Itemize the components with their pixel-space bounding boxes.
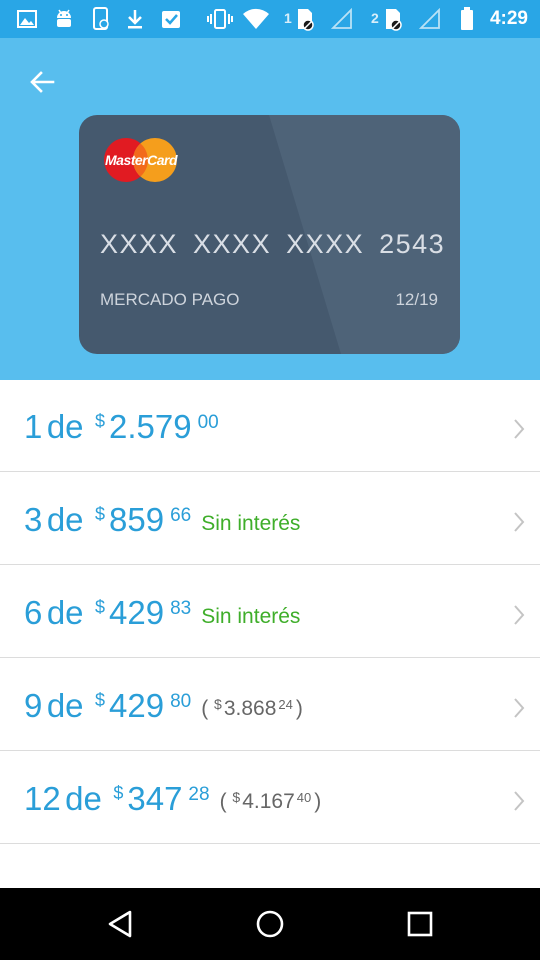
amount-cents: 80: [170, 691, 192, 712]
installment-row-3[interactable]: 3 de $859 66 Sin interés: [0, 473, 540, 565]
chevron-right-icon: [514, 605, 525, 625]
total-close-paren: ): [314, 790, 322, 813]
installment-separator: de: [46, 687, 84, 724]
installment-separator: de: [65, 780, 102, 817]
installment-list: 1 de $2.579 00 3 de $859 66 Sin interés 6 d…: [0, 380, 540, 888]
signal-icon: [418, 7, 442, 31]
installment-count: 1: [24, 408, 43, 445]
amount-integer: 859: [109, 501, 165, 538]
card-brand: MasterCard: [105, 152, 178, 168]
nav-back-button[interactable]: [98, 902, 142, 946]
total-amount: ( $3.868 24): [201, 696, 303, 720]
currency-symbol: $: [94, 411, 105, 431]
card-holder: MERCADO PAGO: [100, 290, 240, 309]
signal-icon: [330, 7, 354, 31]
total-cents: 40: [296, 790, 312, 805]
wifi-icon: [242, 7, 270, 31]
installment-amount: 12 de $347 28 ( $4.167 40): [24, 780, 321, 818]
nav-home-button[interactable]: [248, 902, 292, 946]
installment-row-9[interactable]: 9 de $429 80 ( $3.868 24): [0, 659, 540, 751]
amount-integer: 429: [109, 687, 165, 724]
total-integer: 3.868: [223, 697, 277, 720]
amount-cents: 83: [170, 598, 192, 619]
installment-separator: de: [46, 501, 84, 538]
installment-separator: de: [46, 408, 84, 445]
installment-amount: 1 de $2.579 00: [24, 408, 219, 446]
status-time: 4:29: [489, 8, 528, 29]
total-open-paren: (: [219, 790, 227, 813]
gallery-icon: [16, 7, 38, 31]
circle-home-icon: [256, 910, 284, 938]
vibrate-icon: [206, 7, 234, 31]
nav-recents-button[interactable]: [398, 902, 442, 946]
installment-amount: 9 de $429 80 ( $3.868 24): [24, 687, 303, 725]
card-expiry: 12/19: [395, 290, 438, 309]
currency-symbol: $: [94, 597, 105, 617]
total-integer: 4.167: [242, 790, 295, 813]
phone-sync-icon: [90, 7, 112, 31]
installment-count: 9: [24, 687, 43, 724]
chevron-right-icon: [514, 512, 525, 532]
total-open-paren: (: [201, 697, 209, 720]
card-header: MasterCard XXXX XXXX XXXX 2543 MERCADO P…: [0, 38, 540, 380]
installment-separator: de: [46, 594, 84, 631]
sim1-label: 1: [284, 10, 292, 26]
credit-card: MasterCard XXXX XXXX XXXX 2543 MERCADO P…: [79, 115, 460, 354]
total-cents: 24: [278, 697, 293, 712]
installment-row-12[interactable]: 12 de $347 28 ( $4.167 40): [0, 752, 540, 844]
chevron-right-icon: [514, 419, 525, 439]
arrow-left-icon: [30, 71, 55, 93]
navigation-bar: [0, 888, 540, 960]
sim2-icon: [382, 7, 404, 31]
amount-cents: 28: [188, 784, 210, 805]
card-number: XXXX XXXX XXXX 2543: [100, 229, 446, 259]
download-icon: [124, 7, 146, 31]
sim2-label: 2: [371, 10, 379, 26]
currency-symbol: $: [113, 783, 124, 803]
amount-cents: 00: [197, 412, 219, 433]
amount-integer: 2.579: [109, 408, 192, 445]
amount-cents: 66: [170, 505, 192, 526]
currency-symbol: $: [94, 504, 105, 524]
triangle-back-icon: [108, 910, 132, 938]
amount-integer: 347: [127, 780, 183, 817]
sim1-icon: [294, 7, 316, 31]
total-close-paren: ): [295, 697, 303, 720]
no-interest-label: Sin interés: [201, 605, 301, 628]
total-currency: $: [232, 789, 241, 805]
chevron-right-icon: [514, 698, 525, 718]
installment-amount: 3 de $859 66 Sin interés: [24, 501, 300, 539]
square-recents-icon: [407, 911, 433, 937]
checklist-icon: [158, 7, 184, 31]
installment-count: 12: [24, 780, 61, 817]
installment-amount: 6 de $429 83 Sin interés: [24, 594, 300, 632]
currency-symbol: $: [94, 690, 105, 710]
battery-icon: [458, 7, 476, 31]
total-currency: $: [214, 696, 222, 712]
status-bar: 1 2 4:29: [0, 0, 540, 38]
chevron-right-icon: [514, 791, 525, 811]
installment-count: 3: [24, 501, 43, 538]
installment-count: 6: [24, 594, 43, 631]
android-icon: [52, 7, 76, 31]
no-interest-label: Sin interés: [201, 512, 301, 535]
amount-integer: 429: [109, 594, 165, 631]
installment-row-6[interactable]: 6 de $429 83 Sin interés: [0, 566, 540, 658]
installment-row-1[interactable]: 1 de $2.579 00: [0, 380, 540, 472]
total-amount: ( $4.167 40): [219, 789, 322, 813]
back-button[interactable]: [22, 62, 62, 102]
